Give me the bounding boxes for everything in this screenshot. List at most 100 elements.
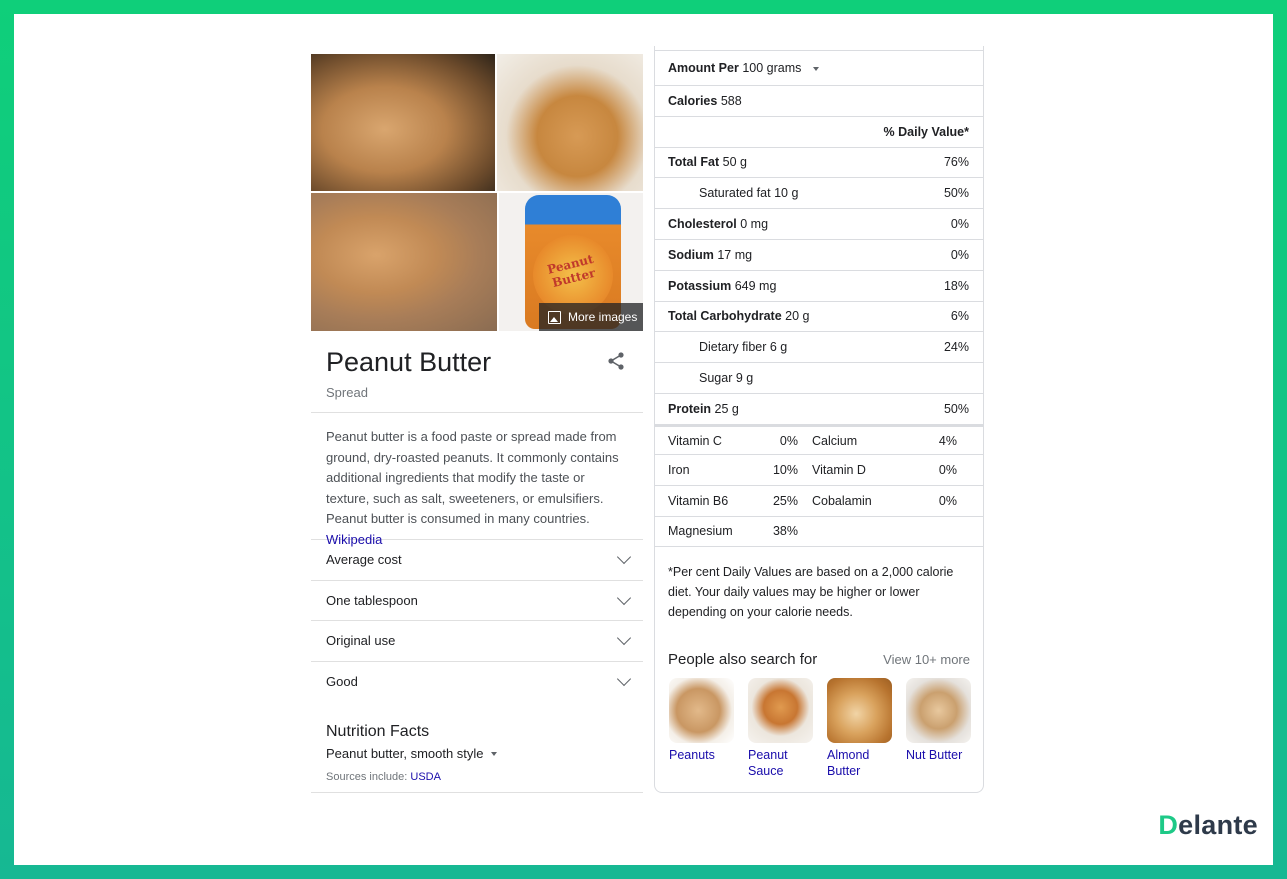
related-label: Peanuts xyxy=(669,748,715,763)
nutrient-value: 10 g xyxy=(774,186,799,201)
nutrient-label: Total Carbohydrate xyxy=(668,309,782,324)
accordion-label: Average cost xyxy=(326,552,402,568)
people-also-search-header: People also search for View 10+ more xyxy=(655,639,983,668)
nutrient-row-sugar: Sugar 9 g xyxy=(655,363,983,394)
vitamin-value: 0% xyxy=(938,463,957,478)
more-images-button[interactable]: More images xyxy=(539,303,643,331)
sources-prefix: Sources include: xyxy=(326,771,408,783)
people-also-search-title: People also search for xyxy=(668,651,818,669)
knowledge-panel-left: Peanut Butter More images Peanut Butter … xyxy=(311,54,643,793)
delante-logo: Delante xyxy=(1158,810,1258,841)
description-text: Peanut butter is a food paste or spread … xyxy=(326,429,619,526)
view-more-link[interactable]: View 10+ more xyxy=(883,652,970,667)
nutrient-dv: 76% xyxy=(943,155,969,170)
logo-letter: D xyxy=(1158,810,1179,840)
share-icon[interactable] xyxy=(606,351,626,371)
nutrient-label: Dietary fiber xyxy=(699,340,767,355)
vitamin-row: Iron 10% Vitamin D 0% xyxy=(655,455,983,486)
nutrient-label: Potassium xyxy=(668,278,732,293)
image-bowl-with-peanuts[interactable] xyxy=(311,193,497,331)
nutrient-dv: 50% xyxy=(943,186,969,201)
related-label: Almond Butter xyxy=(827,748,870,779)
related-item-peanuts[interactable]: Peanuts xyxy=(669,678,734,779)
image-grid: Peanut Butter More images xyxy=(311,54,643,331)
caret-down-icon xyxy=(812,66,819,71)
nutrient-value: 50 g xyxy=(722,155,747,170)
accordion-good[interactable]: Good xyxy=(311,660,643,702)
related-item-nut-butter[interactable]: Nut Butter xyxy=(906,678,971,779)
accordion-one-tablespoon[interactable]: One tablespoon xyxy=(311,579,643,621)
vitamin-row: Magnesium 38% xyxy=(655,517,983,548)
related-item-almond-butter[interactable]: Almond Butter xyxy=(827,678,892,779)
nutrition-facts-header: Nutrition Facts Peanut butter, smooth st… xyxy=(311,701,643,783)
vitamin-label: Magnesium xyxy=(668,524,733,539)
amount-per-row: Amount Per 100 grams xyxy=(655,51,983,86)
nutrition-facts-title: Nutrition Facts xyxy=(326,723,430,740)
nutrient-value: 0 mg xyxy=(740,217,769,232)
amount-per-label: Amount Per xyxy=(668,61,739,75)
chevron-down-icon xyxy=(616,590,632,605)
nutrient-row-total-fat: Total Fat 50 g 76% xyxy=(655,148,983,179)
vitamin-row: Vitamin C 0% Calcium 4% xyxy=(655,424,983,456)
daily-value-footnote: *Per cent Daily Values are based on a 2,… xyxy=(668,565,954,620)
content-area xyxy=(14,14,1273,865)
accordion-label: Good xyxy=(326,673,358,689)
accordion-original-use[interactable]: Original use xyxy=(311,620,643,661)
nutrient-value: 6 g xyxy=(769,340,788,355)
caret-down-icon xyxy=(490,751,497,756)
nutrient-dv: 50% xyxy=(943,401,969,416)
amount-per-selector[interactable]: Amount Per 100 grams xyxy=(668,61,819,75)
nutrient-dv: 18% xyxy=(943,278,969,293)
nutrient-label: Protein xyxy=(668,401,712,416)
calories-row: Calories 588 xyxy=(655,86,983,117)
nutrient-dv: 6% xyxy=(950,309,969,324)
nutrient-value: 20 g xyxy=(785,309,810,324)
vitamin-label: Vitamin D xyxy=(812,463,866,478)
calories-value: 588 xyxy=(720,93,742,108)
vitamin-value: 4% xyxy=(938,433,957,448)
nutrient-row-saturated-fat: Saturated fat 10 g 50% xyxy=(655,178,983,210)
accordion-label: Original use xyxy=(326,633,396,649)
nutrient-row-sodium: Sodium 17 mg 0% xyxy=(655,240,983,271)
more-images-label: More images xyxy=(568,310,638,324)
vitamin-label: Vitamin C xyxy=(668,433,722,448)
daily-value-header-label: % Daily Value* xyxy=(883,124,969,139)
accordion-label: One tablespoon xyxy=(326,592,418,608)
vitamin-value: 0% xyxy=(938,493,957,508)
wikipedia-link[interactable]: Wikipedia xyxy=(326,532,382,547)
vitamin-label: Calcium xyxy=(812,433,858,448)
nutrient-label: Total Fat xyxy=(668,155,720,170)
related-label: Nut Butter xyxy=(906,748,963,763)
related-item-peanut-sauce[interactable]: Peanut Sauce xyxy=(748,678,813,779)
image-jar-with-spoon[interactable] xyxy=(497,54,643,191)
vitamin-value: 38% xyxy=(772,524,798,539)
related-label: Peanut Sauce xyxy=(748,748,788,779)
daily-value-header: % Daily Value* xyxy=(655,117,983,148)
image-peanut-butter-swirl[interactable] xyxy=(311,54,495,191)
vitamin-label: Iron xyxy=(668,463,690,478)
related-thumbnail xyxy=(669,678,734,744)
vitamin-value: 0% xyxy=(779,433,798,448)
related-thumbnail xyxy=(906,678,971,744)
nutrient-row-total-carbohydrate: Total Carbohydrate 20 g 6% xyxy=(655,302,983,333)
nutrient-dv: 0% xyxy=(950,217,969,232)
usda-link[interactable]: USDA xyxy=(410,771,441,783)
nutrient-label: Sodium xyxy=(668,247,714,262)
nutrient-value: 649 mg xyxy=(734,278,777,293)
people-also-search-list: Peanuts Peanut Sauce Almond Butter Nut B… xyxy=(655,668,983,779)
nutrition-panel: Amount Per 100 grams Calories 588 % Dail… xyxy=(654,46,984,793)
nutrient-dv: 0% xyxy=(950,247,969,262)
vitamin-row: Vitamin B6 25% Cobalamin 0% xyxy=(655,486,983,517)
nutrient-label: Sugar xyxy=(699,371,733,386)
food-variant-dropdown[interactable]: Peanut butter, smooth style xyxy=(326,746,497,761)
nutrient-label: Cholesterol xyxy=(668,217,737,232)
nutrient-value: 17 mg xyxy=(717,247,753,262)
food-variant-label: Peanut butter, smooth style xyxy=(326,746,484,761)
image-icon xyxy=(548,310,561,324)
calories-label: Calories xyxy=(668,93,718,108)
nutrient-value: 25 g xyxy=(714,401,739,416)
nutrient-dv: 24% xyxy=(943,340,969,355)
entity-subtitle: Spread xyxy=(326,385,368,400)
sources-line: Sources include: USDA xyxy=(326,771,628,783)
vitamin-label: Vitamin B6 xyxy=(668,493,729,508)
